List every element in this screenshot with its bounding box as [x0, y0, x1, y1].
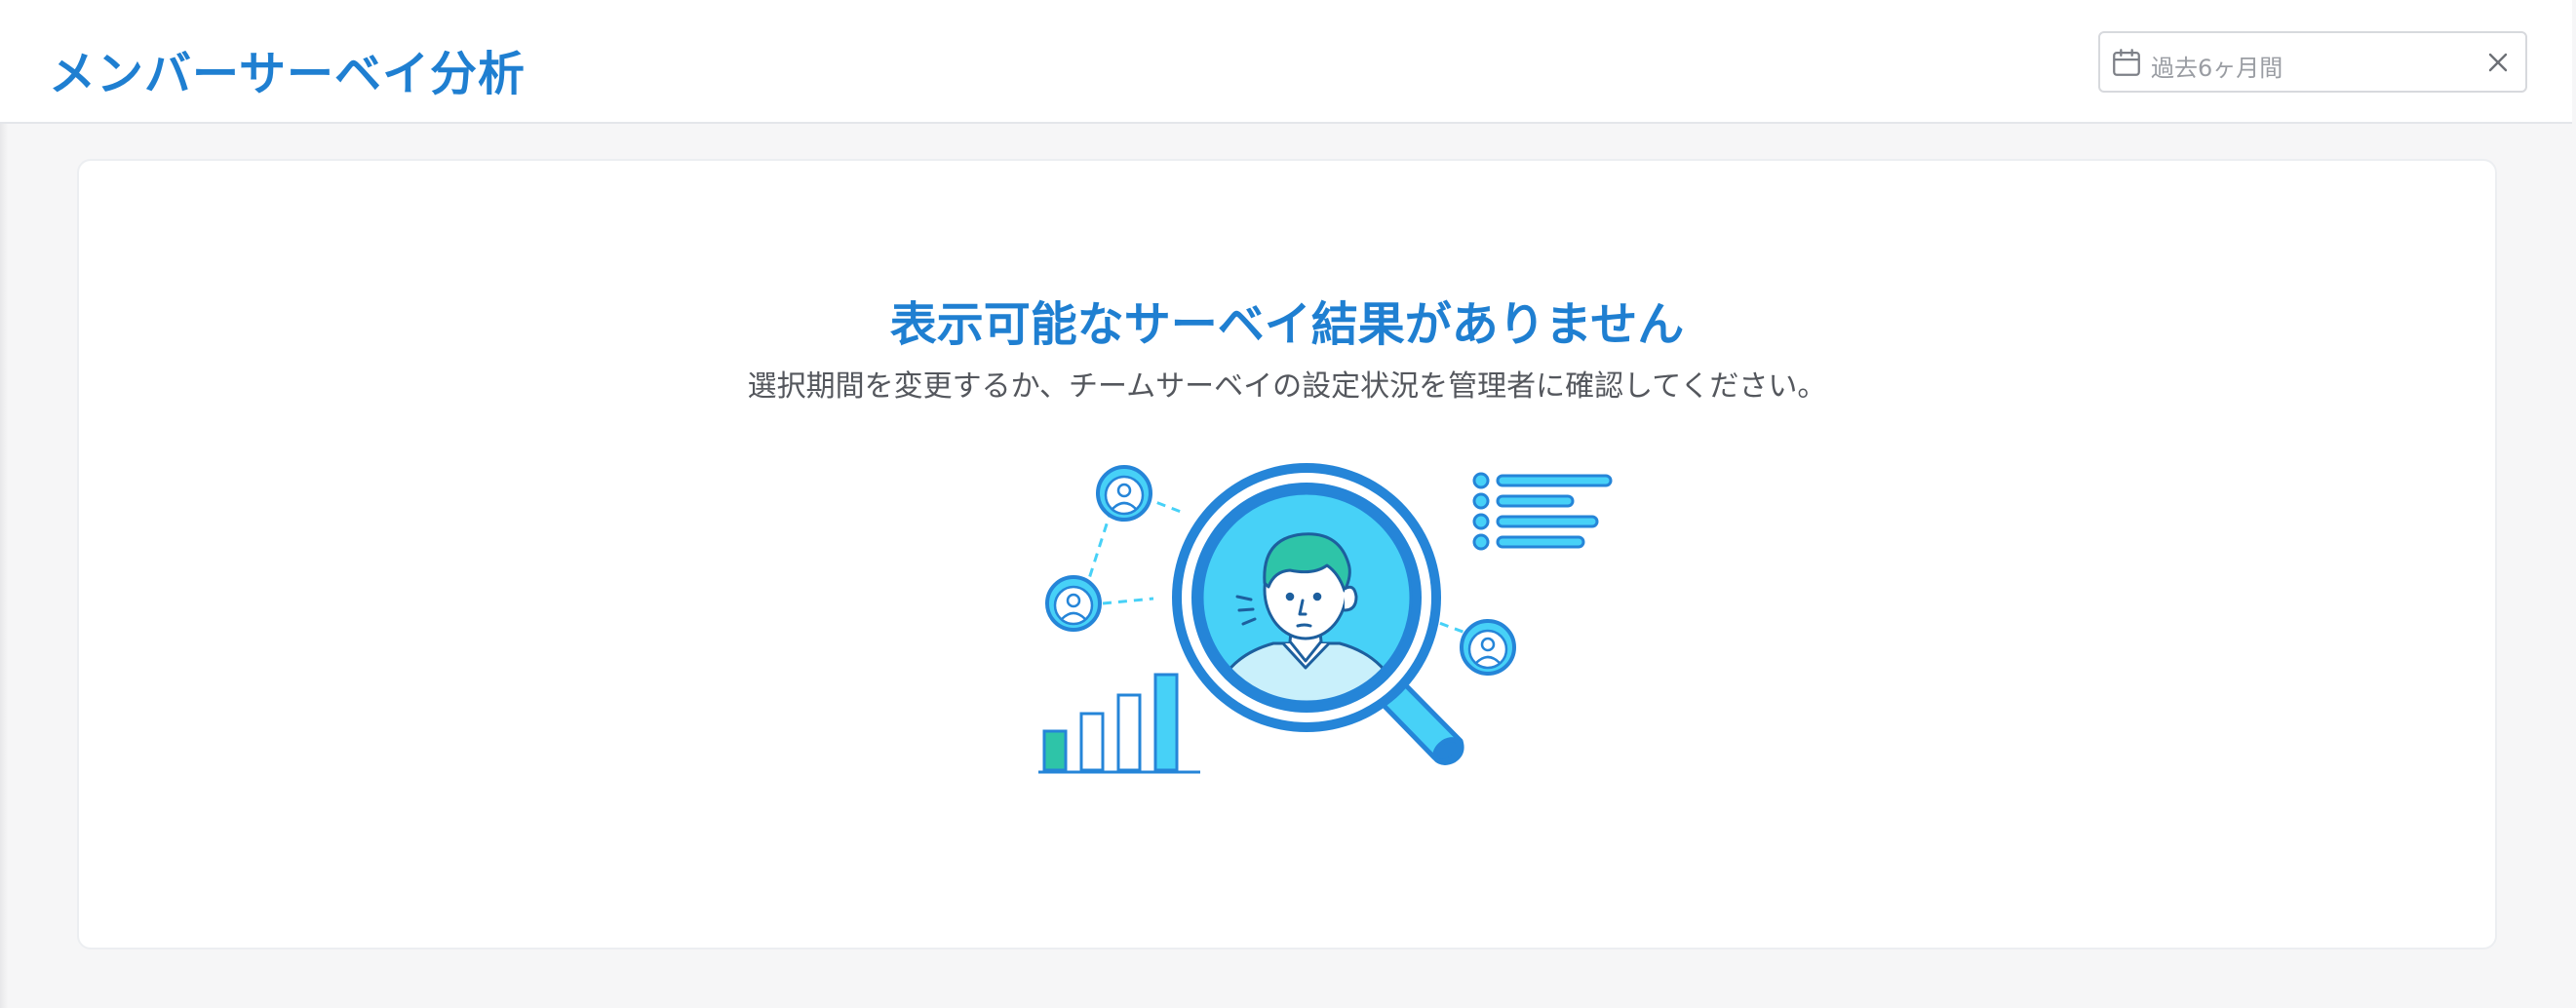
- person-avatar-icon: [1460, 619, 1516, 676]
- bar-chart-icon: [1038, 673, 1200, 774]
- empty-state-panel: 表示可能なサーベイ結果がありません 選択期間を変更するか、チームサーベイの設定状…: [77, 159, 2497, 950]
- empty-state-message: 選択期間を変更するか、チームサーベイの設定状況を管理者に確認してください。: [747, 369, 1827, 404]
- close-icon[interactable]: [2482, 47, 2514, 78]
- person-avatar-icon: [1045, 575, 1102, 632]
- date-range-placeholder: 過去6ヶ月間: [2151, 55, 2283, 82]
- page-header: メンバーサーベイ分析 過去6ヶ月間: [0, 0, 2572, 124]
- list-lines-icon: [1472, 472, 1613, 551]
- date-range-picker[interactable]: 過去6ヶ月間: [2098, 31, 2527, 93]
- sidebar-shadow: [0, 0, 8, 1008]
- empty-state-title: 表示可能なサーベイ結果がありません: [889, 297, 1685, 352]
- page-title: メンバーサーベイ分析: [49, 47, 527, 101]
- person-avatar-icon: [1096, 465, 1152, 522]
- calendar-icon: [2113, 49, 2140, 76]
- magnifier-person-analytics-illustration: [1038, 463, 1613, 774]
